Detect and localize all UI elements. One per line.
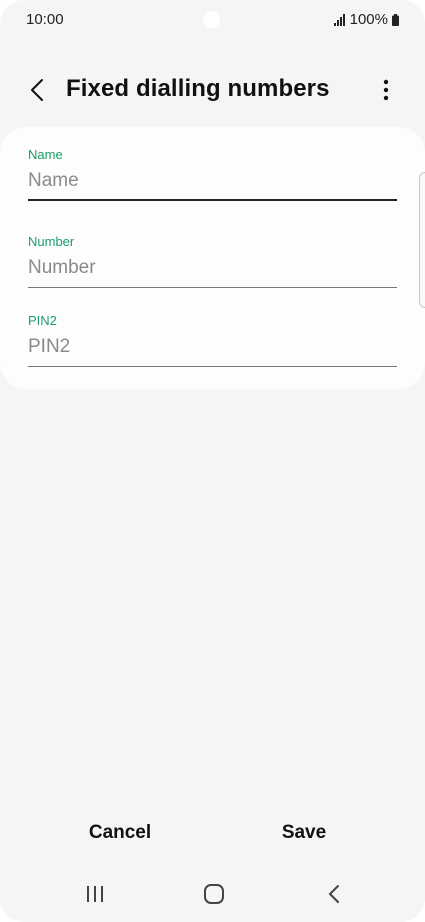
pin2-field: PIN2 [28, 313, 397, 367]
battery-percent: 100% [349, 11, 388, 28]
chevron-left-icon [31, 79, 43, 101]
number-field: Number [28, 234, 397, 288]
more-options-button[interactable] [373, 74, 399, 106]
app-bar: Fixed dialling numbers [0, 62, 425, 118]
back-icon [329, 885, 339, 903]
number-input[interactable] [28, 257, 397, 288]
name-field: Name [28, 147, 397, 201]
more-vertical-icon [383, 79, 389, 101]
fdn-form-card: Name Number PIN2 [0, 127, 425, 389]
save-button[interactable]: Save [234, 808, 374, 858]
number-field-label: Number [28, 234, 75, 249]
pin2-input[interactable] [28, 336, 397, 367]
status-bar: 10:00 100% [0, 0, 425, 40]
page-title: Fixed dialling numbers [66, 75, 330, 102]
home-button[interactable] [194, 880, 234, 908]
battery-icon [392, 13, 399, 26]
recent-apps-button[interactable] [75, 880, 115, 908]
scroll-indicator[interactable] [419, 172, 425, 308]
nav-back-button[interactable] [314, 880, 354, 908]
phone-screen: 10:00 100% Fixed dialling numbers Name N… [0, 0, 425, 922]
navigation-bar [0, 872, 425, 916]
front-camera [203, 11, 220, 28]
home-icon [204, 884, 224, 904]
cancel-button[interactable]: Cancel [50, 808, 190, 858]
bottom-actions: Cancel Save [0, 808, 425, 858]
status-time: 10:00 [26, 11, 64, 28]
signal-icon [333, 13, 345, 26]
status-indicators: 100% [333, 11, 399, 28]
name-field-label: Name [28, 147, 63, 162]
back-button[interactable] [22, 74, 52, 106]
pin2-field-label: PIN2 [28, 313, 57, 328]
recent-apps-icon [87, 886, 103, 902]
name-input[interactable] [28, 170, 397, 201]
